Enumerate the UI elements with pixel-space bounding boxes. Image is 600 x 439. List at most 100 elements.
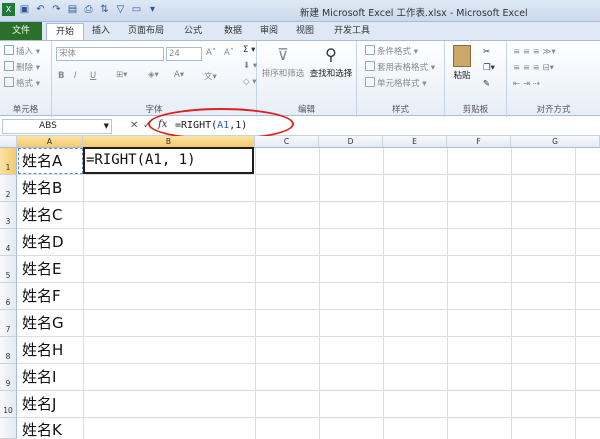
styles-group: 条件格式 ▾ 套用表格格式 ▾ 单元格样式 ▾ 样式	[357, 41, 445, 117]
folder-icon[interactable]: ▭	[130, 3, 143, 16]
clear-icon[interactable]: ◇ ▾	[243, 77, 257, 87]
filter-icon[interactable]: ▽	[114, 3, 127, 16]
conditional-format-icon	[365, 45, 375, 55]
underline-button[interactable]: U	[90, 71, 96, 81]
title-bar: X ▣ ↶ ↷ ▤ ⎙ ⇅ ▽ ▭ ▾ 新建 Microsoft Excel 工…	[0, 0, 600, 22]
tab-developer[interactable]: 开发工具	[330, 23, 374, 40]
delete-icon	[4, 61, 14, 71]
tab-insert[interactable]: 插入	[86, 23, 116, 40]
tab-view[interactable]: 视图	[290, 23, 320, 40]
borders-icon[interactable]: ⊞▾	[116, 70, 127, 80]
font-color-icon[interactable]: A▾	[174, 70, 184, 80]
cell-a9[interactable]: 姓名I	[22, 367, 56, 387]
cell-styles-button[interactable]: 单元格样式 ▾	[365, 77, 426, 89]
italic-button[interactable]: I	[74, 71, 77, 81]
cell-a4[interactable]: 姓名D	[22, 232, 64, 252]
row-header[interactable]	[0, 418, 17, 439]
column-header[interactable]: D	[319, 136, 383, 148]
window-title: 新建 Microsoft Excel 工作表.xlsx - Microsoft …	[300, 8, 528, 19]
new-file-icon[interactable]: ▤	[66, 3, 79, 16]
sort-filter-button[interactable]: ⊽ 排序和筛选	[261, 45, 305, 79]
ribbon: 插入 ▾ 删除 ▾ 格式 ▾ 单元格 宋体 24 A˄ A˅ B I U ⊞▾ …	[0, 40, 600, 117]
cell-a6[interactable]: 姓名F	[22, 286, 61, 306]
row-header[interactable]: 7	[0, 310, 17, 337]
column-header[interactable]: C	[255, 136, 319, 148]
row-header[interactable]: 2	[0, 175, 17, 202]
styles-group-label: 样式	[391, 105, 409, 115]
name-box-dropdown-icon[interactable]: ▼	[104, 120, 109, 133]
autosum-icon[interactable]: Σ ▾	[243, 45, 255, 55]
font-size-select[interactable]: 24	[166, 47, 202, 61]
binoculars-icon: ⚲	[325, 45, 337, 64]
ribbon-tabs: 文件 开始 插入 页面布局 公式 数据 审阅 视图 开发工具	[0, 22, 600, 40]
find-select-button[interactable]: ⚲ 查找和选择	[307, 45, 355, 79]
row-header[interactable]: 9	[0, 364, 17, 391]
bold-button[interactable]: B	[58, 71, 64, 81]
cell-a3[interactable]: 姓名C	[22, 205, 62, 225]
sort-icon[interactable]: ⇅	[98, 3, 111, 16]
format-cells-button[interactable]: 格式 ▾	[4, 77, 40, 89]
cell-a7[interactable]: 姓名G	[22, 313, 64, 333]
cell-a8[interactable]: 姓名H	[22, 340, 63, 360]
column-header[interactable]: G	[511, 136, 600, 148]
editing-group: Σ ▾ ⬇ ▾ ◇ ▾ ⊽ 排序和筛选 ⚲ 查找和选择 编辑	[243, 41, 357, 117]
undo-icon[interactable]: ↶	[34, 3, 47, 16]
cell-a10[interactable]: 姓名J	[22, 394, 56, 414]
grow-font-icon[interactable]: A˄	[206, 48, 216, 58]
paste-button[interactable]: 粘贴	[447, 45, 477, 81]
phonetic-icon[interactable]: 文▾	[204, 70, 217, 82]
print-icon[interactable]: ⎙	[82, 3, 95, 16]
left-align-icon[interactable]: ≡ ≡ ≡ ⊟▾	[513, 63, 554, 73]
shrink-font-icon[interactable]: A˅	[224, 48, 234, 58]
name-box[interactable]: ABS ▼	[2, 119, 112, 134]
save-icon[interactable]: ▣	[18, 3, 31, 16]
table-format-button[interactable]: 套用表格格式 ▾	[365, 61, 435, 73]
top-align-icon[interactable]: ≡ ≡ ≡ ≫▾	[513, 47, 556, 57]
alignment-group: ≡ ≡ ≡ ≫▾ ≡ ≡ ≡ ⊟▾ ⇤ ⇥ ⇢ 对齐方式	[507, 41, 600, 117]
customize-dropdown-icon[interactable]: ▾	[146, 3, 159, 16]
tab-review[interactable]: 审阅	[254, 23, 284, 40]
tab-file[interactable]: 文件	[0, 22, 42, 40]
cell-b1-active[interactable]: =RIGHT(A1, 1)	[83, 147, 254, 174]
row-header[interactable]: 1	[0, 148, 17, 175]
tab-home[interactable]: 开始	[46, 23, 84, 40]
cells-group-label: 单元格	[12, 105, 39, 115]
copy-icon[interactable]: ❐▾	[483, 63, 495, 73]
cell-a11[interactable]: 姓名K	[22, 420, 62, 439]
tab-data[interactable]: 数据	[218, 23, 248, 40]
format-painter-icon[interactable]: ✎	[483, 79, 490, 89]
redo-icon[interactable]: ↷	[50, 3, 63, 16]
cell-a5[interactable]: 姓名E	[22, 259, 61, 279]
clipboard-group-label: 剪贴板	[462, 105, 489, 115]
row-header[interactable]: 6	[0, 283, 17, 310]
insert-cells-button[interactable]: 插入 ▾	[4, 45, 40, 57]
cell-a2[interactable]: 姓名B	[22, 178, 62, 198]
row-header[interactable]: 5	[0, 256, 17, 283]
font-group: 宋体 24 A˄ A˅ B I U ⊞▾ ◈▾ A▾ 文▾ 字体	[52, 41, 257, 117]
fill-icon[interactable]: ⬇ ▾	[243, 61, 257, 71]
fill-color-icon[interactable]: ◈▾	[148, 70, 159, 80]
font-name-select[interactable]: 宋体	[56, 47, 164, 61]
conditional-format-button[interactable]: 条件格式 ▾	[365, 45, 418, 57]
row-header[interactable]: 4	[0, 229, 17, 256]
paste-icon	[453, 45, 471, 67]
row-header[interactable]: 10	[0, 391, 17, 418]
column-header[interactable]: E	[383, 136, 447, 148]
delete-cells-button[interactable]: 删除 ▾	[4, 61, 40, 73]
tab-page-layout[interactable]: 页面布局	[122, 23, 170, 40]
row-header[interactable]: 3	[0, 202, 17, 229]
select-all-corner[interactable]	[0, 136, 17, 148]
sort-filter-icon: ⊽	[277, 45, 289, 64]
cells-group: 插入 ▾ 删除 ▾ 格式 ▾ 单元格	[0, 41, 52, 117]
row-header[interactable]: 8	[0, 337, 17, 364]
cell-a1[interactable]: 姓名A	[22, 151, 62, 171]
alignment-group-label: 对齐方式	[536, 105, 571, 115]
column-header[interactable]: F	[447, 136, 511, 148]
quick-access-toolbar: X ▣ ↶ ↷ ▤ ⎙ ⇅ ▽ ▭ ▾	[2, 3, 159, 16]
cell-styles-icon	[365, 77, 375, 87]
indent-icon[interactable]: ⇤ ⇥ ⇢	[513, 79, 540, 89]
cancel-icon[interactable]: ✕	[130, 120, 138, 131]
cut-icon[interactable]: ✂	[483, 47, 490, 57]
column-header[interactable]: A	[17, 136, 83, 148]
tab-formulas[interactable]: 公式	[178, 23, 208, 40]
